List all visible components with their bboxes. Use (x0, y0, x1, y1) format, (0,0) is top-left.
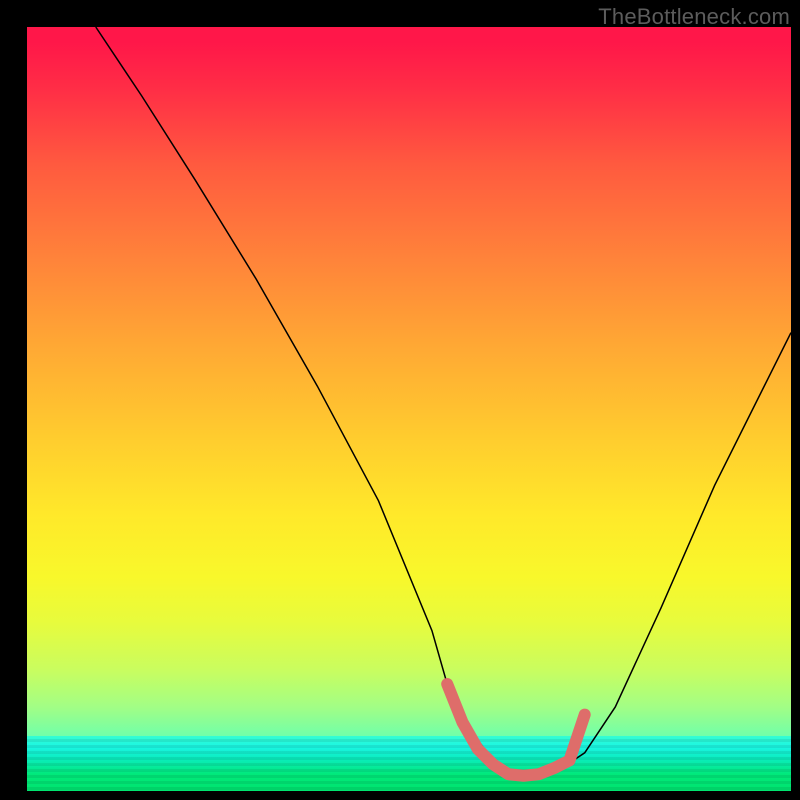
watermark-text: TheBottleneck.com (598, 4, 790, 30)
valley-highlight (447, 684, 585, 776)
chart-frame: TheBottleneck.com (0, 0, 800, 800)
bottleneck-curve (96, 27, 791, 776)
curve-layer (27, 27, 791, 791)
plot-area (27, 27, 791, 791)
